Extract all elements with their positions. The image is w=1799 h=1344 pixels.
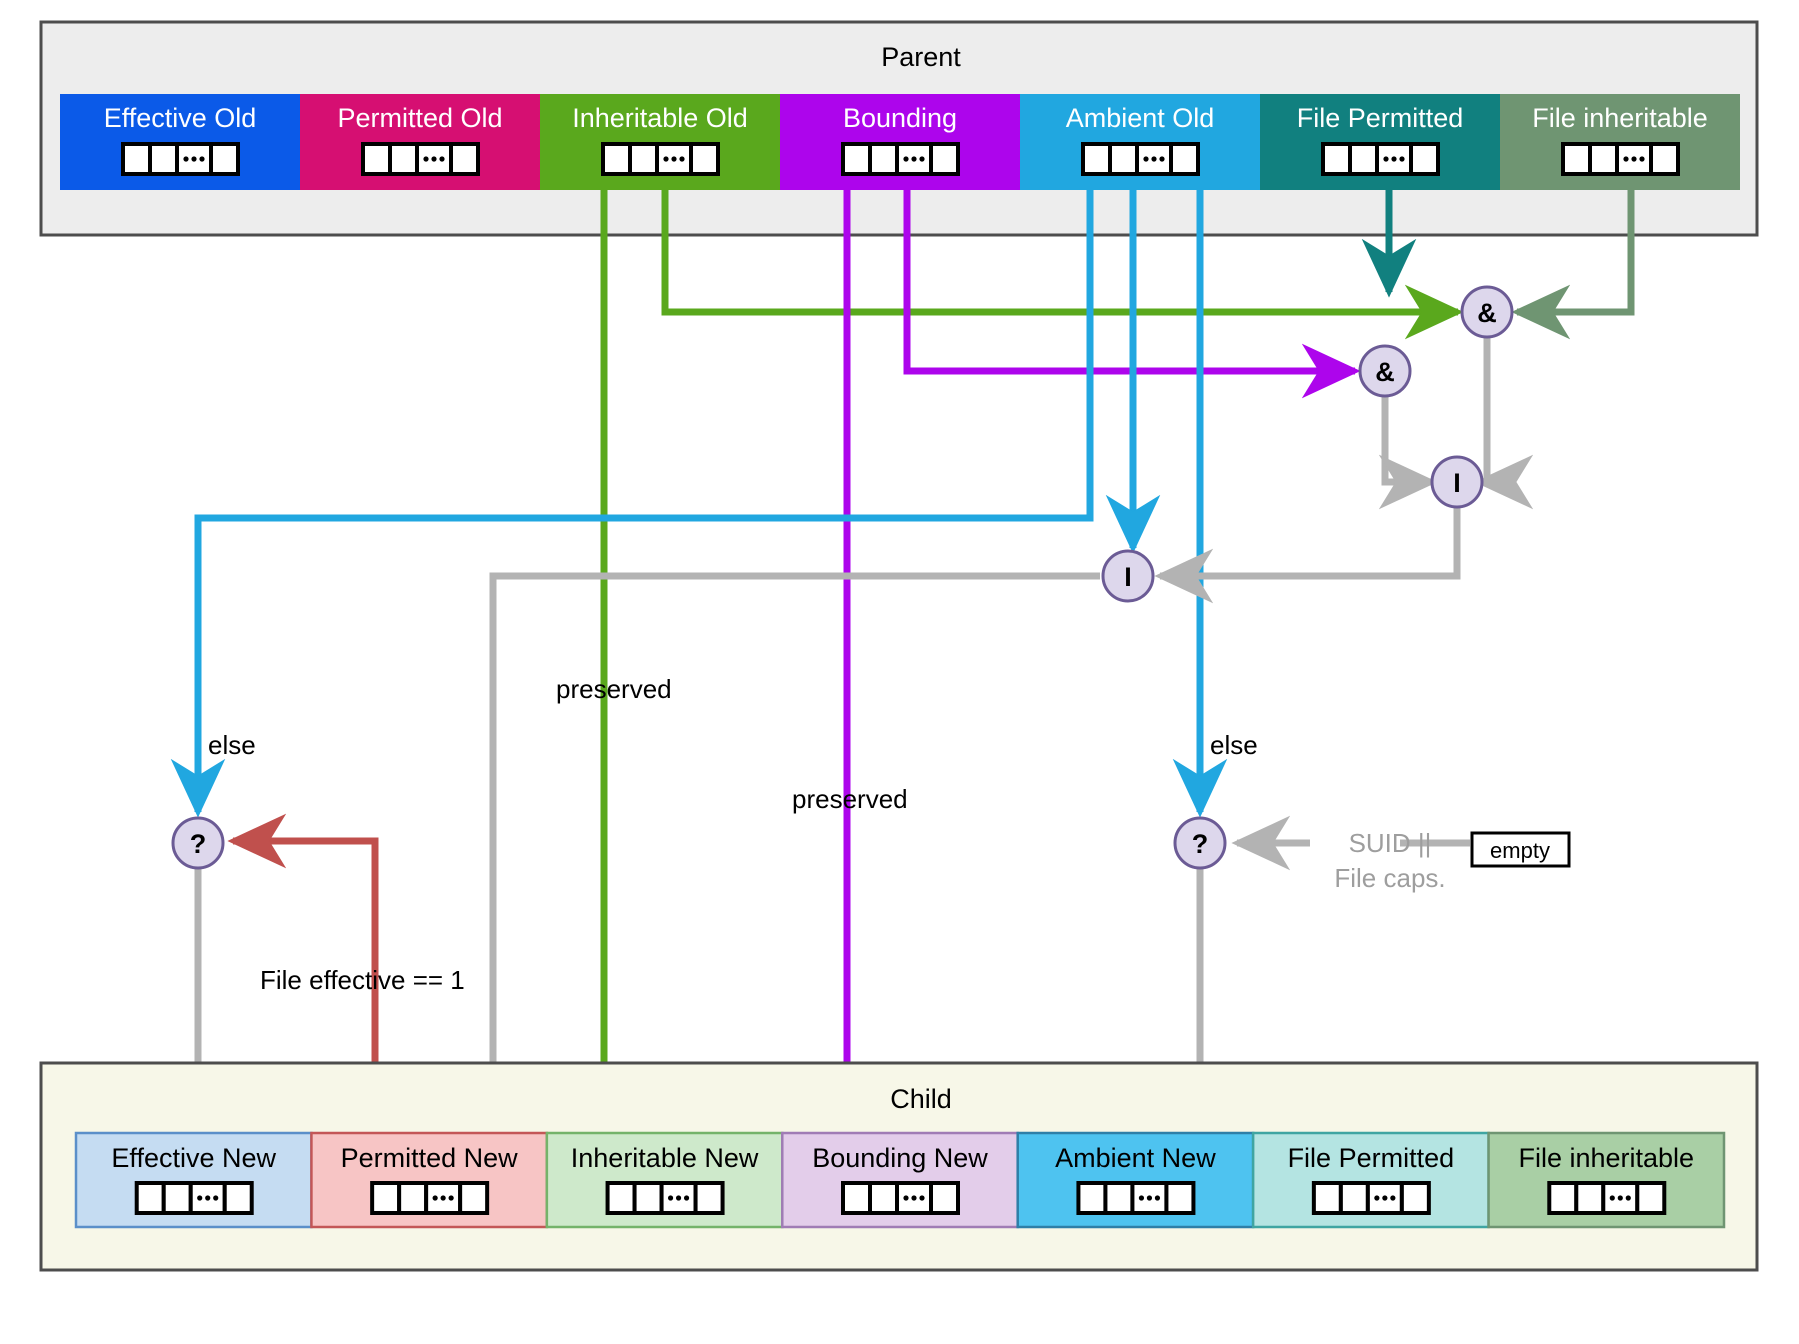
capability-bits-icon [1321, 142, 1440, 176]
parent-box-label: Inheritable Old [572, 103, 748, 133]
parent-title: Parent [881, 42, 961, 72]
node-cond-2[interactable]: ? [1173, 816, 1227, 870]
node-and-1-glyph: & [1477, 298, 1497, 328]
parent-box-0[interactable]: Effective Old [60, 94, 300, 190]
label-preserved-bounding: preserved [792, 784, 908, 814]
node-cond-2-glyph: ? [1192, 829, 1209, 859]
node-or-2[interactable]: I [1101, 549, 1155, 603]
child-box-label: Bounding New [812, 1143, 988, 1173]
capability-bits-icon [1311, 1181, 1431, 1215]
parent-box-2[interactable]: Inheritable Old [540, 94, 780, 190]
child-box-3[interactable]: Bounding New [781, 1131, 1019, 1229]
edge-ambient-to-cond1 [170, 190, 1094, 818]
capability-bits-icon [1076, 1181, 1196, 1215]
child-box-1[interactable]: Permitted New [310, 1131, 549, 1229]
node-cond-1-glyph: ? [190, 829, 207, 859]
child-box-label: Permitted New [341, 1143, 519, 1173]
parent-box-5[interactable]: File Permitted [1260, 94, 1500, 190]
capability-bits-icon [1561, 142, 1680, 176]
label-else-right: else [1210, 730, 1258, 760]
parent-box-label: Permitted Old [337, 103, 502, 133]
child-box-label: Ambient New [1055, 1143, 1216, 1173]
capability-bits-icon [361, 142, 480, 176]
edge-and1-to-or1 [1483, 337, 1491, 486]
child-box-0[interactable]: Effective New [74, 1131, 313, 1229]
node-and-2-glyph: & [1375, 357, 1395, 387]
label-suid-line1: SUID || [1349, 828, 1432, 858]
child-box-label: File Permitted [1288, 1143, 1455, 1173]
capability-bits-icon [1547, 1181, 1667, 1215]
parent-box-label: File inheritable [1532, 103, 1708, 133]
child-boxes: Effective New Permitted New Inheritable Ne… [74, 1131, 1726, 1229]
parent-box-label: Bounding [843, 103, 957, 133]
child-title: Child [890, 1084, 952, 1114]
capability-bits-icon [841, 142, 960, 176]
capability-transition-diagram: Effective Old Permitted Old Inheritable Ol… [0, 0, 1799, 1344]
child-box-4[interactable]: Ambient New [1016, 1131, 1255, 1229]
label-else-left: else [208, 730, 256, 760]
empty-box-label: empty [1490, 838, 1550, 863]
parent-boxes: Effective Old Permitted Old Inheritable Ol… [60, 94, 1740, 190]
capability-bits-icon [841, 1181, 960, 1215]
edge-or2-to-permitted-new [465, 572, 1100, 1139]
parent-box-label: File Permitted [1297, 103, 1464, 133]
child-box-label: Inheritable New [571, 1143, 759, 1173]
capability-bits-icon [134, 1181, 254, 1215]
child-box-label: File inheritable [1518, 1143, 1694, 1173]
label-suid-line2: File caps. [1334, 863, 1445, 893]
node-and-2[interactable]: & [1358, 344, 1412, 398]
parent-box-label: Effective Old [104, 103, 257, 133]
parent-box-label: Ambient Old [1066, 103, 1215, 133]
capability-bits-icon [605, 1181, 725, 1215]
child-box-6[interactable]: File inheritable [1487, 1131, 1726, 1229]
child-box-2[interactable]: Inheritable New [545, 1131, 784, 1229]
node-and-1[interactable]: & [1460, 285, 1514, 339]
empty-box: empty [1470, 831, 1571, 868]
edge-or1-to-or2 [1154, 507, 1461, 604]
parent-box-3[interactable]: Bounding [780, 94, 1020, 190]
parent-box-4[interactable]: Ambient Old [1020, 94, 1260, 190]
node-or-2-glyph: I [1124, 562, 1132, 592]
capability-bits-icon [1081, 142, 1200, 176]
edge-and2-to-or1 [1378, 396, 1438, 510]
capability-bits-icon [121, 142, 240, 176]
node-cond-1[interactable]: ? [171, 816, 225, 870]
capability-bits-icon [601, 142, 720, 176]
node-or-1-glyph: I [1453, 468, 1461, 498]
label-preserved-inheritable: preserved [556, 674, 672, 704]
node-or-1[interactable]: I [1430, 455, 1484, 509]
parent-box-1[interactable]: Permitted Old [300, 94, 540, 190]
child-box-5[interactable]: File Permitted [1251, 1131, 1490, 1229]
parent-box-6[interactable]: File inheritable [1500, 94, 1740, 190]
child-box-label: Effective New [111, 1143, 276, 1173]
label-file-effective: File effective == 1 [260, 965, 465, 995]
capability-bits-icon [370, 1181, 490, 1215]
